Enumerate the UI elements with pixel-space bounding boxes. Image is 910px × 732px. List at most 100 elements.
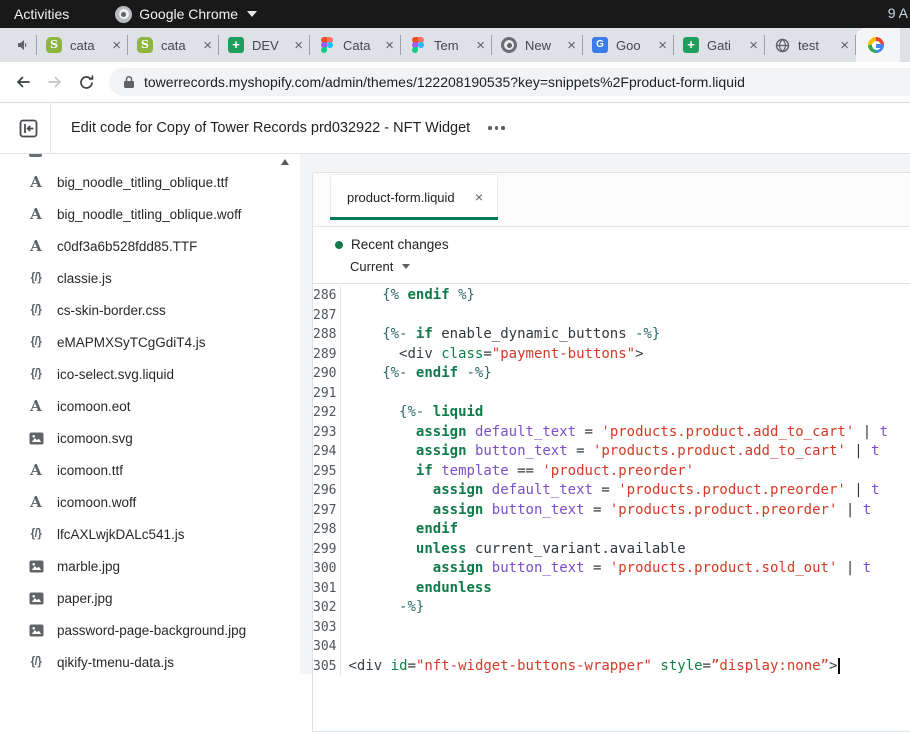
speaker-icon[interactable] <box>16 38 30 52</box>
tab-close-icon[interactable]: × <box>749 38 758 53</box>
code-line[interactable]: 290 {%- endif -%} <box>313 364 910 384</box>
line-number: 296 <box>313 481 341 501</box>
code-line[interactable]: 293 assign default_text = 'products.prod… <box>313 423 910 443</box>
version-dropdown[interactable]: Current <box>350 259 910 274</box>
globe-favicon <box>774 37 790 53</box>
code-line[interactable]: 302 -%} <box>313 598 910 618</box>
editor-tab-product-form[interactable]: product-form.liquid × <box>330 174 498 219</box>
tab-close-icon[interactable]: × <box>840 38 849 53</box>
tab-close-icon[interactable]: × <box>294 38 303 53</box>
browser-tab[interactable]: Scata× <box>37 28 127 62</box>
text-cursor <box>838 658 840 674</box>
code-line[interactable]: 289 <div class="payment-buttons"> <box>313 345 910 365</box>
file-name: marble.jpg <box>57 559 120 574</box>
code-area[interactable]: 286 {% endif %}287288 {%- if enable_dyna… <box>313 284 910 676</box>
browser-tab[interactable]: +Gati× <box>674 28 764 62</box>
browser-tab[interactable]: Cata× <box>310 28 400 62</box>
file-row[interactable]: Abig_noodle_titling_oblique.woff <box>0 198 300 230</box>
file-row[interactable]: Ac0df3a6b528fdd85.TTF <box>0 230 300 262</box>
file-row[interactable]: Aicomoon.woff <box>0 486 300 518</box>
chevron-down-icon <box>247 11 257 17</box>
code-file-icon: {/} <box>27 368 45 380</box>
code-line[interactable]: 299 unless current_variant.available <box>313 540 910 560</box>
file-row[interactable]: {/}qikify-tmenu-data.js <box>0 646 300 674</box>
code-line[interactable]: 286 {% endif %} <box>313 286 910 306</box>
line-number: 293 <box>313 423 341 443</box>
code-line[interactable]: 295 if template == 'product.preorder' <box>313 462 910 482</box>
tab-close-icon[interactable]: × <box>112 38 121 53</box>
code-line[interactable]: 292 {%- liquid <box>313 403 910 423</box>
code-line[interactable]: 304 <box>313 637 910 657</box>
browser-tab[interactable]: Tem × <box>401 28 491 62</box>
browser-tab[interactable]: New× <box>492 28 582 62</box>
tab-close-icon[interactable]: × <box>658 38 667 53</box>
code-line[interactable]: 296 assign default_text = 'products.prod… <box>313 481 910 501</box>
file-name: password-page-background.jpg <box>57 623 246 638</box>
file-row[interactable]: {/}ico-select.svg.liquid <box>0 358 300 390</box>
reload-button[interactable] <box>78 74 95 91</box>
tab-close-icon[interactable]: × <box>203 38 212 53</box>
code-line[interactable]: 303 <box>313 618 910 638</box>
code-text <box>341 637 348 657</box>
code-line[interactable]: 297 assign button_text = 'products.produ… <box>313 501 910 521</box>
code-text: assign default_text = 'products.product.… <box>341 481 879 501</box>
file-row[interactable]: {/}cs-skin-border.css <box>0 294 300 326</box>
code-line[interactable]: 298 endif <box>313 520 910 540</box>
code-text: -%} <box>341 598 424 618</box>
code-text: {%- if enable_dynamic_buttons -%} <box>341 325 660 345</box>
code-file-icon: {/} <box>27 272 45 284</box>
code-line[interactable]: 301 endunless <box>313 579 910 599</box>
code-line[interactable]: 294 assign button_text = 'products.produ… <box>313 442 910 462</box>
file-row[interactable]: paper.jpg <box>0 582 300 614</box>
browser-tab[interactable]: test× <box>765 28 855 62</box>
scrollbar-up-arrow[interactable] <box>281 159 289 165</box>
partial-file-row <box>29 154 42 157</box>
browser-tab[interactable]: Scata × <box>128 28 218 62</box>
tab-close-icon[interactable]: × <box>385 38 394 53</box>
exit-code-editor-button[interactable] <box>19 119 38 138</box>
tab-close-icon[interactable]: × <box>476 38 485 53</box>
line-number: 294 <box>313 442 341 462</box>
line-number: 287 <box>313 306 341 326</box>
file-row[interactable]: Aicomoon.ttf <box>0 454 300 486</box>
app-menu[interactable]: Google Chrome <box>115 6 257 23</box>
file-row[interactable]: password-page-background.jpg <box>0 614 300 646</box>
file-name: c0df3a6b528fdd85.TTF <box>57 239 197 254</box>
font-file-icon: A <box>27 173 45 191</box>
forward-button[interactable] <box>46 73 64 91</box>
url-text: towerrecords.myshopify.com/admin/themes/… <box>144 74 745 90</box>
tab-close-icon[interactable]: × <box>567 38 576 53</box>
shopify-favicon: S <box>137 37 153 53</box>
more-actions-button[interactable] <box>488 126 505 130</box>
browser-tab[interactable]: GGoo× <box>583 28 673 62</box>
address-bar[interactable]: towerrecords.myshopify.com/admin/themes/… <box>109 68 910 96</box>
file-row[interactable]: {/}classie.js <box>0 262 300 294</box>
browser-tab[interactable]: +DEV× <box>219 28 309 62</box>
code-line[interactable]: 300 assign button_text = 'products.produ… <box>313 559 910 579</box>
file-row[interactable]: icomoon.svg <box>0 422 300 454</box>
file-row[interactable]: Abig_noodle_titling_oblique.ttf <box>0 166 300 198</box>
line-number: 291 <box>313 384 341 404</box>
line-number: 300 <box>313 559 341 579</box>
tab-title: Goo <box>616 38 654 53</box>
file-row[interactable]: marble.jpg <box>0 550 300 582</box>
code-line[interactable]: 287 <box>313 306 910 326</box>
code-line[interactable]: 288 {%- if enable_dynamic_buttons -%} <box>313 325 910 345</box>
tab-title: cata <box>161 38 199 53</box>
code-line[interactable]: 291 <box>313 384 910 404</box>
clock[interactable]: 9 A <box>888 5 908 21</box>
back-button[interactable] <box>14 73 32 91</box>
chevron-down-icon <box>402 264 410 269</box>
font-file-icon: A <box>27 237 45 255</box>
file-row[interactable]: {/}eMAPMXSyTCgGdiT4.js <box>0 326 300 358</box>
image-file-icon <box>27 592 45 605</box>
browser-tab-partial[interactable] <box>856 28 900 62</box>
tab-title: Tem <box>434 38 472 53</box>
editor-tab-close-icon[interactable]: × <box>475 189 483 205</box>
file-row[interactable]: {/}lfcAXLwjkDALc541.js <box>0 518 300 550</box>
code-text: <div class="payment-buttons"> <box>341 345 643 365</box>
code-line[interactable]: 305<div id="nft-widget-buttons-wrapper" … <box>313 657 910 677</box>
code-file-icon: {/} <box>27 656 45 668</box>
activities-button[interactable]: Activities <box>14 6 69 22</box>
file-row[interactable]: Aicomoon.eot <box>0 390 300 422</box>
